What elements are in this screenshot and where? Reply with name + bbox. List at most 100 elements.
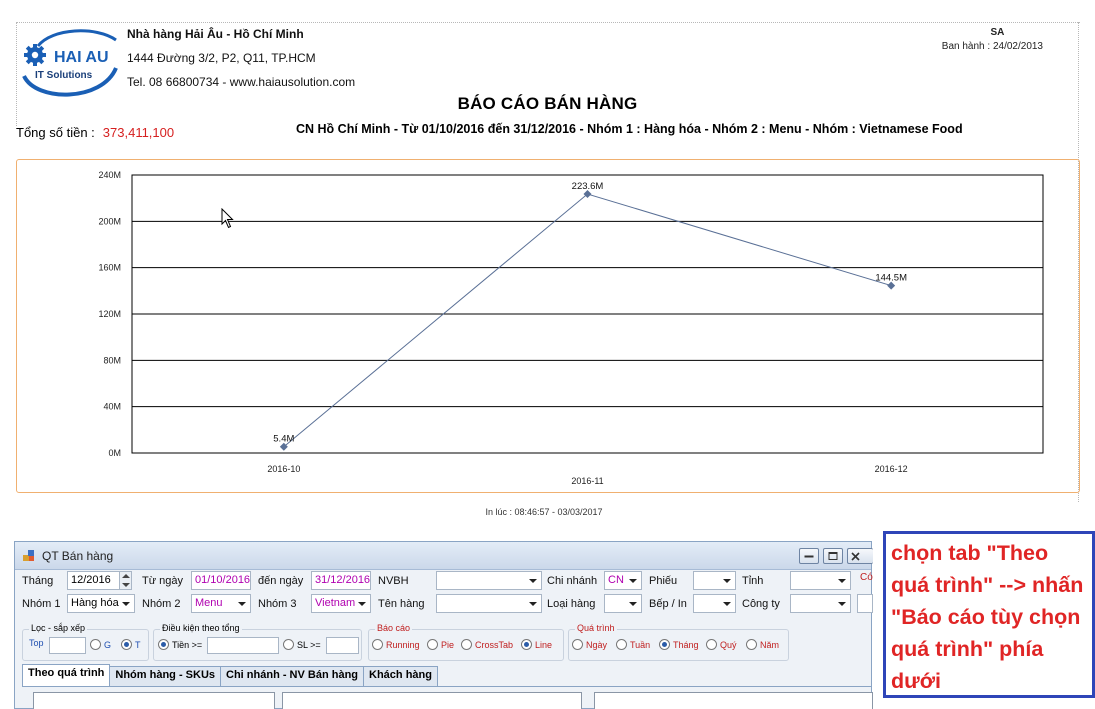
company-address: 1444 Đường 3/2, P2, Q11, TP.HCM — [127, 51, 316, 65]
radio-crosstab-label: CrossTab — [475, 639, 514, 650]
total-label: Tổng số tiền : — [16, 125, 95, 140]
denngay-input[interactable]: 31/12/2016 — [311, 571, 371, 590]
tab-khach-hang[interactable]: Khách hàng — [363, 666, 438, 686]
svg-text:HAI AU: HAI AU — [54, 49, 109, 66]
nvbh-select[interactable] — [436, 571, 542, 590]
radio-line[interactable]: Line — [521, 639, 552, 650]
radio-nam[interactable]: Năm — [746, 639, 779, 650]
close-icon — [851, 552, 860, 561]
report-subtitle: CN Hồ Chí Minh - Từ 01/10/2016 đến 31/12… — [296, 122, 963, 136]
tenhang-select[interactable] — [436, 594, 542, 613]
radio-running[interactable]: Running — [372, 639, 420, 650]
radio-crosstab[interactable]: CrossTab — [461, 639, 513, 650]
radio-thang-icon — [659, 639, 670, 650]
chinhanh-select[interactable]: CN — [604, 571, 642, 590]
nvbh-label: NVBH — [378, 575, 409, 587]
minimize-button[interactable] — [799, 548, 819, 564]
loaihang-select[interactable] — [604, 594, 642, 613]
radio-tuan[interactable]: Tuần — [616, 639, 650, 650]
tenhang-label: Tên hàng — [378, 598, 425, 610]
nhom2-label: Nhóm 2 — [142, 598, 181, 610]
radio-thang-label: Tháng — [673, 639, 699, 650]
instruction-text: chọn tab "Theo quá trình" --> nhấn "Báo … — [891, 541, 1084, 693]
y-tick-label: 200M — [98, 216, 121, 226]
radio-nam-label: Năm — [760, 639, 780, 650]
radio-pie-icon — [427, 639, 438, 650]
tinh-select[interactable] — [790, 571, 851, 590]
maximize-icon — [828, 552, 838, 560]
radio-ngay-label: Ngày — [586, 639, 608, 650]
data-label: 144.5M — [875, 273, 907, 284]
thang-input[interactable]: 12/2016 — [67, 571, 132, 590]
printed-timestamp: In lúc : 08:46:57 - 03/03/2017 — [485, 507, 603, 517]
tab-strip: Theo quá trình Nhóm hàng - SKUs Chi nhán… — [22, 664, 438, 686]
nhom2-select[interactable]: Menu — [191, 594, 251, 613]
list-panel-3[interactable] — [594, 692, 873, 709]
tungay-value: 01/10/2016 — [195, 574, 251, 586]
company-contact: Tel. 08 66800734 - www.haiausolution.com — [127, 75, 356, 89]
radio-quy-icon — [706, 639, 717, 650]
denngay-value: 31/12/2016 — [315, 574, 371, 586]
radio-ngay[interactable]: Ngày — [572, 639, 607, 650]
radio-g-icon — [90, 639, 101, 650]
radio-pie[interactable]: Pie — [427, 639, 454, 650]
phieu-select[interactable] — [693, 571, 736, 590]
report-meta: SA Ban hành : 24/02/2013 — [942, 26, 1043, 54]
radio-sl-label: SL >= — [297, 639, 321, 650]
radio-tuan-icon — [616, 639, 627, 650]
chevron-down-icon — [529, 579, 537, 583]
congty-select[interactable] — [790, 594, 851, 613]
process-group: Quá trình Ngày Tuần Tháng Quý Năm — [568, 623, 789, 661]
instruction-callout: chọn tab "Theo quá trình" --> nhấn "Báo … — [883, 531, 1095, 698]
y-tick-label: 40M — [103, 402, 121, 412]
chevron-down-icon — [529, 602, 537, 606]
list-panel-2[interactable] — [282, 692, 582, 709]
radio-quy[interactable]: Quý — [706, 639, 737, 650]
co-label: Có — [860, 572, 873, 583]
radio-line-icon — [521, 639, 532, 650]
window-titlebar[interactable]: QT Bán hàng — [15, 542, 873, 570]
tungay-input[interactable]: 01/10/2016 — [191, 571, 251, 590]
sl-input[interactable] — [326, 637, 359, 654]
hai-au-logo: HAI AU IT Solutions — [22, 29, 118, 97]
chinhanh-value: CN — [608, 574, 624, 586]
list-panel-1[interactable] — [33, 692, 275, 709]
bep-select[interactable] — [693, 594, 736, 613]
radio-sl[interactable]: SL >= — [283, 639, 321, 650]
report-code: SA — [990, 27, 1005, 38]
congty-label: Công ty — [742, 598, 780, 610]
company-info: Nhà hàng Hải Âu - Hồ Chí Minh 1444 Đường… — [127, 22, 355, 94]
chevron-down-icon — [723, 579, 731, 583]
top-label: Top — [29, 638, 44, 648]
tien-input[interactable] — [207, 637, 279, 654]
chevron-down-icon — [723, 602, 731, 606]
radio-nam-icon — [746, 639, 757, 650]
mouse-cursor-icon — [221, 208, 234, 229]
extra-select[interactable] — [857, 594, 873, 613]
company-name: Nhà hàng Hải Âu - Hồ Chí Minh — [127, 27, 304, 41]
radio-thang[interactable]: Tháng — [659, 639, 699, 650]
nhom3-select[interactable]: Vietnam — [311, 594, 371, 613]
radio-tien[interactable]: Tiền >= — [158, 639, 202, 650]
radio-tuan-label: Tuần — [630, 639, 651, 650]
nhom1-select[interactable]: Hàng hóa — [67, 594, 135, 613]
phieu-label: Phiếu — [649, 575, 678, 587]
total-value: 373,411,100 — [102, 125, 175, 140]
radio-tien-icon — [158, 639, 169, 650]
radio-g[interactable]: G — [90, 639, 111, 650]
tinh-label: Tỉnh — [742, 575, 764, 587]
maximize-button[interactable] — [823, 548, 843, 564]
y-tick-label: 240M — [98, 170, 121, 180]
filter-sort-label: Lọc - sắp xếp — [29, 623, 88, 633]
x-tick-label: 2016-10 — [267, 464, 300, 474]
spin-updown-icon[interactable] — [119, 572, 131, 589]
chevron-down-icon — [629, 602, 637, 606]
radio-t-label: T — [135, 639, 141, 650]
tab-theo-qua-trinh[interactable]: Theo quá trình — [22, 664, 111, 686]
data-label: 5.4M — [273, 434, 294, 445]
tab-chi-nhanh-nv[interactable]: Chi nhánh - NV Bán hàng — [220, 666, 365, 686]
tab-nhom-hang-skus[interactable]: Nhóm hàng - SKUs — [109, 666, 222, 686]
radio-g-label: G — [104, 639, 112, 650]
top-input[interactable] — [49, 637, 86, 654]
radio-t[interactable]: T — [121, 639, 141, 650]
